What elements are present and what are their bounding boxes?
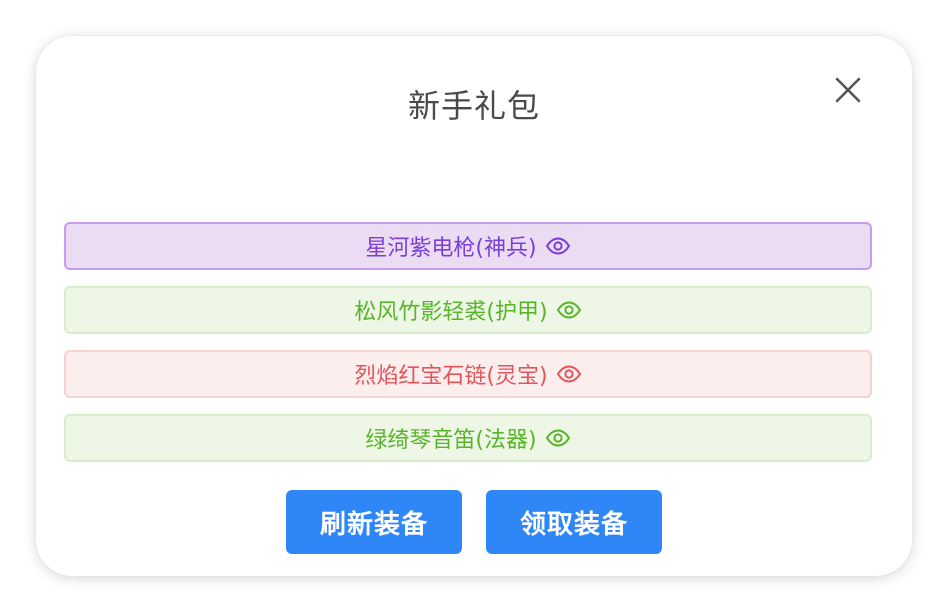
equipment-item-label: 绿绮琴音笛(法器) — [365, 428, 537, 453]
claim-equipment-button[interactable]: 领取装备 — [486, 490, 662, 554]
eye-icon[interactable] — [545, 233, 571, 259]
eye-icon[interactable] — [556, 361, 582, 387]
equipment-item-label: 松风竹影轻裘(护甲) — [354, 300, 548, 325]
dialog-title: 新手礼包 — [407, 87, 540, 125]
eye-icon[interactable] — [545, 425, 571, 451]
action-buttons: 刷新装备 领取装备 — [36, 490, 912, 554]
eye-icon[interactable] — [556, 297, 582, 323]
close-icon — [835, 77, 861, 103]
equipment-item-label: 星河紫电枪(神兵) — [365, 236, 537, 261]
equipment-item[interactable]: 星河紫电枪(神兵) — [64, 222, 872, 270]
gift-pack-dialog: 新手礼包 星河紫电枪(神兵) 松风竹影轻裘(护甲) 烈焰红宝石链(灵宝) 绿绮琴… — [36, 36, 912, 576]
close-button[interactable] — [830, 72, 866, 108]
equipment-item[interactable]: 烈焰红宝石链(灵宝) — [64, 350, 872, 398]
equipment-list: 星河紫电枪(神兵) 松风竹影轻裘(护甲) 烈焰红宝石链(灵宝) 绿绮琴音笛(法器… — [64, 222, 872, 478]
equipment-item[interactable]: 松风竹影轻裘(护甲) — [64, 286, 872, 334]
equipment-item-label: 烈焰红宝石链(灵宝) — [354, 364, 548, 389]
equipment-item[interactable]: 绿绮琴音笛(法器) — [64, 414, 872, 462]
refresh-equipment-button[interactable]: 刷新装备 — [286, 490, 462, 554]
